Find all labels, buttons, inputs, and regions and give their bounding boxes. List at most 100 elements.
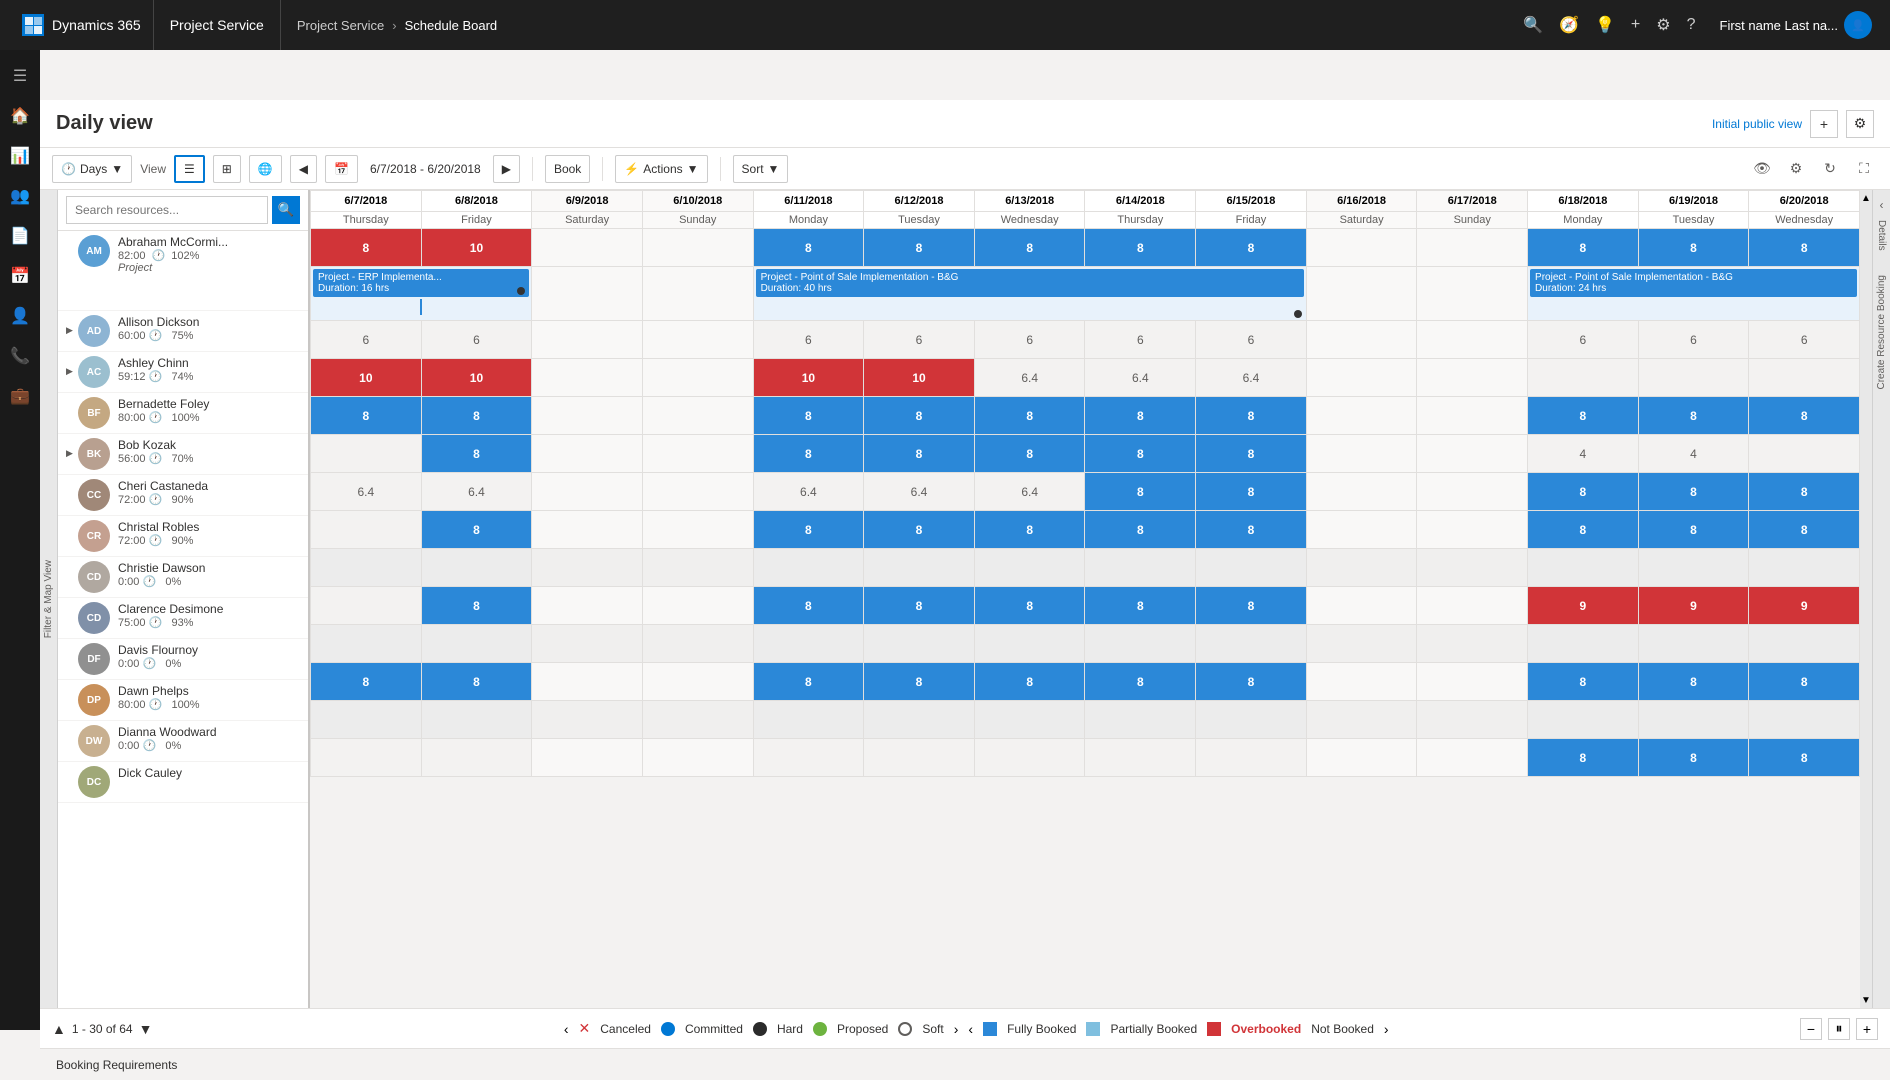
compass-icon[interactable]: 🧭 [1559, 15, 1579, 35]
resource-row[interactable]: CC Cheri Castaneda 72:00 🕐 90% [58, 475, 308, 516]
module-title[interactable]: Project Service [154, 0, 281, 50]
sidebar-people[interactable]: 👥 [2, 178, 38, 214]
expand-btn[interactable]: ⛶ [1850, 155, 1878, 183]
table-row: 8 10 8 8 8 8 8 8 8 [311, 229, 1860, 267]
sidebar-calendar[interactable]: 📅 [2, 258, 38, 294]
resource-name-cheri: Cheri Castaneda [118, 479, 300, 493]
cell-dawn-7: 8 [974, 663, 1085, 701]
resource-row[interactable]: CR Christal Robles 72:00 🕐 90% [58, 516, 308, 557]
project-bar-pos2[interactable]: Project - Point of Sale Implementation -… [1530, 269, 1857, 297]
pagination-collapse-btn[interactable]: ▲ [52, 1021, 66, 1037]
cell-abraham-5: 8 [753, 229, 864, 267]
cell-ashley-2: 10 [421, 359, 532, 397]
project-bar-pos1[interactable]: Project - Point of Sale Implementation -… [756, 269, 1304, 297]
plus-icon[interactable]: + [1631, 16, 1640, 34]
calendar-btn[interactable]: 📅 [325, 155, 358, 183]
expand-btn-abraham[interactable] [66, 235, 78, 245]
bell-icon[interactable]: 💡 [1595, 15, 1615, 35]
soft-label: Soft [922, 1022, 943, 1036]
date-col-3: 6/9/2018 [532, 191, 643, 212]
resource-row[interactable]: CD Clarence Desimone 75:00 🕐 93% [58, 598, 308, 639]
sidebar-home[interactable]: 🏠 [2, 98, 38, 134]
brand[interactable]: Dynamics 365 [10, 0, 154, 50]
cell-dick-8 [1085, 739, 1196, 777]
grid-view-btn[interactable]: ⊞ [213, 155, 241, 183]
settings-btn[interactable]: ⚙ [1782, 155, 1810, 183]
cell-christie-4 [642, 549, 753, 587]
search-icon[interactable]: 🔍 [1523, 15, 1543, 35]
legend-prev-btn[interactable]: ‹ [564, 1021, 569, 1037]
add-view-btn[interactable]: + [1810, 110, 1838, 138]
eye-btn[interactable]: 👁 [1748, 155, 1776, 183]
resource-row[interactable]: CD Christie Dawson 0:00 🕐 0% [58, 557, 308, 598]
timeline-btn[interactable]: 🕐 Days ▼ [52, 155, 132, 183]
actions-btn[interactable]: ⚡ Actions ▼ [615, 155, 707, 183]
sort-btn[interactable]: Sort ▼ [733, 155, 789, 183]
grid-scroll: 6/7/2018 6/8/2018 6/9/2018 6/10/2018 6/1… [310, 190, 1872, 1008]
book-btn[interactable]: Book [545, 155, 590, 183]
zoom-out-btn[interactable]: − [1800, 1018, 1822, 1040]
refresh-btn[interactable]: ↻ [1816, 155, 1844, 183]
resource-row[interactable]: DP Dawn Phelps 80:00 🕐 100% [58, 680, 308, 721]
resource-row[interactable]: DW Dianna Woodward 0:00 🕐 0% [58, 721, 308, 762]
cell-bernadette-4 [642, 397, 753, 435]
search-input[interactable] [66, 196, 268, 224]
cell-dick-14: 8 [1749, 739, 1860, 777]
dow-col-7: Wednesday [974, 212, 1085, 229]
resource-row[interactable]: AM Abraham McCormi... 82:00🕐102% Project [58, 231, 308, 311]
pagination-expand-btn[interactable]: ▼ [139, 1021, 153, 1037]
cell-dick-7 [974, 739, 1085, 777]
legend-next-btn[interactable]: › [954, 1021, 959, 1037]
right-panel-toggle[interactable]: ‹ Details Create Resource Booking [1872, 190, 1890, 1008]
partial-booked-square [1086, 1022, 1100, 1036]
help-icon[interactable]: ? [1687, 16, 1696, 34]
date-col-4: 6/10/2018 [642, 191, 753, 212]
breadcrumb-item-1[interactable]: Project Service [297, 18, 384, 33]
sidebar-chart[interactable]: 📊 [2, 138, 38, 174]
project-bar-erp[interactable]: Project - ERP Implementa...Duration: 16 … [313, 269, 529, 297]
search-button[interactable]: 🔍 [272, 196, 300, 224]
avatar-davis: DF [78, 643, 110, 675]
cell-dawn-11 [1417, 663, 1528, 701]
scroll-up-btn[interactable]: ▲ [1860, 190, 1872, 206]
scroll-down-btn[interactable]: ▼ [1860, 992, 1872, 1008]
next-btn[interactable]: ▶ [493, 155, 520, 183]
avatar-dianna: DW [78, 725, 110, 757]
resource-row[interactable]: DF Davis Flournoy 0:00 🕐 0% [58, 639, 308, 680]
prev-btn[interactable]: ◀ [290, 155, 317, 183]
resource-name-dawn: Dawn Phelps [118, 684, 300, 698]
breadcrumb: Project Service › Schedule Board [281, 18, 1507, 33]
expand-btn-bob[interactable]: ▶ [66, 438, 78, 459]
legend-prev2-btn[interactable]: ‹ [968, 1021, 973, 1037]
sidebar-phone[interactable]: 📞 [2, 338, 38, 374]
page-title: Daily view [56, 112, 153, 135]
settings-view-btn[interactable]: ⚙ [1846, 110, 1874, 138]
cell-dawn-1: 8 [311, 663, 422, 701]
zoom-pause-btn[interactable]: ⏸ [1828, 1018, 1850, 1040]
resource-row[interactable]: ▶ AC Ashley Chinn 59:12 🕐 74% [58, 352, 308, 393]
cell-clarence-2: 8 [421, 587, 532, 625]
filter-map-toggle[interactable]: Filter & Map View [40, 190, 58, 1008]
resource-row[interactable]: BF Bernadette Foley 80:00 🕐 100% [58, 393, 308, 434]
details-label: Details [1876, 220, 1887, 251]
sidebar-briefcase[interactable]: 💼 [2, 378, 38, 414]
cell-christal-1 [311, 511, 422, 549]
cell-bob-1 [311, 435, 422, 473]
legend-next2-btn[interactable]: › [1384, 1021, 1389, 1037]
resource-row[interactable]: DC Dick Cauley [58, 762, 308, 803]
resource-row[interactable]: ▶ BK Bob Kozak 56:00 🕐 70% [58, 434, 308, 475]
user-menu[interactable]: First name Last na... 👤 [1712, 11, 1881, 39]
initial-public-view[interactable]: Initial public view [1712, 117, 1802, 131]
sort-arrow: ▼ [768, 162, 780, 176]
resource-row[interactable]: ▶ AD Allison Dickson 60:00 🕐 75% [58, 311, 308, 352]
expand-btn-allison[interactable]: ▶ [66, 315, 78, 336]
settings-icon[interactable]: ⚙ [1656, 15, 1670, 35]
cell-abraham-14: 8 [1749, 229, 1860, 267]
map-view-btn[interactable]: 🌐 [249, 155, 282, 183]
sidebar-user[interactable]: 👤 [2, 298, 38, 334]
zoom-in-btn[interactable]: + [1856, 1018, 1878, 1040]
list-view-btn[interactable]: ☰ [174, 155, 205, 183]
expand-btn-ashley[interactable]: ▶ [66, 356, 78, 377]
sidebar-hamburger[interactable]: ☰ [2, 58, 38, 94]
sidebar-doc[interactable]: 📄 [2, 218, 38, 254]
